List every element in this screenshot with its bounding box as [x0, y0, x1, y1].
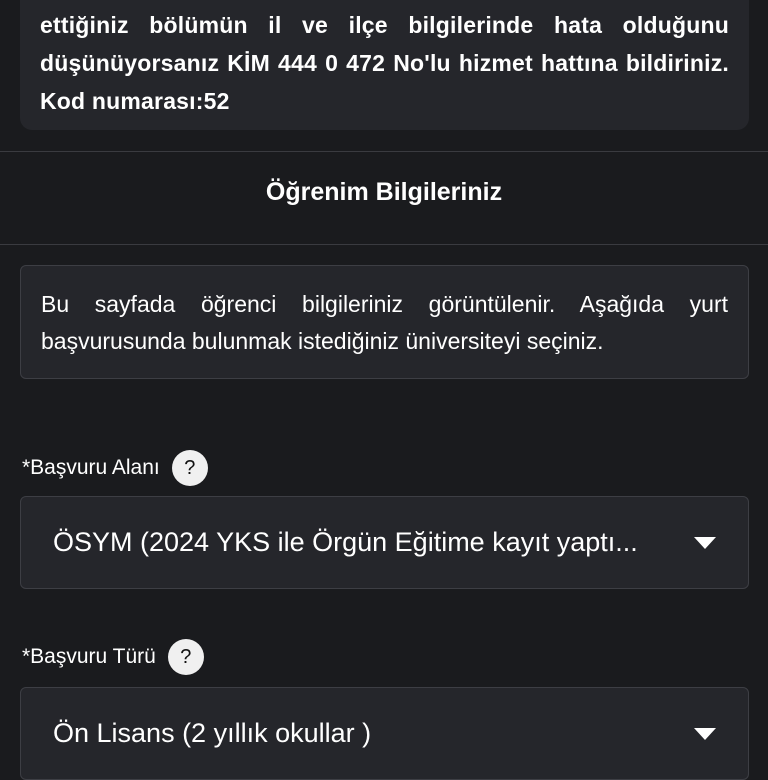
basvuru-alani-label-row: *Başvuru Alanı ?: [22, 450, 208, 486]
chevron-down-icon: [694, 536, 716, 549]
divider-top: [0, 151, 768, 152]
basvuru-turu-value: Ön Lisans (2 yıllık okullar ): [53, 718, 372, 748]
info-text: Bu sayfada öğrenci bilgileriniz görüntül…: [41, 291, 728, 354]
basvuru-turu-help-button[interactable]: ?: [167, 639, 204, 675]
section-title: Öğrenim Bilgileriniz: [265, 178, 503, 206]
divider-bottom: [0, 244, 768, 245]
basvuru-alani-help-button[interactable]: ?: [171, 450, 208, 486]
notice-text: ettiğiniz bölümün il ve ilçe bilgilerind…: [40, 12, 729, 114]
chevron-down-icon: [694, 727, 716, 740]
basvuru-alani-value: ÖSYM (2024 YKS ile Örgün Eğitime kayıt y…: [53, 527, 638, 557]
notice-card: ettiğiniz bölümün il ve ilçe bilgilerind…: [20, 0, 749, 130]
basvuru-turu-label-row: *Başvuru Türü ?: [22, 639, 204, 675]
info-card: Bu sayfada öğrenci bilgileriniz görüntül…: [20, 265, 749, 379]
basvuru-alani-label: *Başvuru Alanı: [22, 456, 160, 479]
basvuru-turu-label: *Başvuru Türü: [22, 645, 156, 668]
basvuru-alani-select[interactable]: ÖSYM (2024 YKS ile Örgün Eğitime kayıt y…: [20, 496, 749, 589]
basvuru-turu-select[interactable]: Ön Lisans (2 yıllık okullar ): [20, 687, 749, 780]
